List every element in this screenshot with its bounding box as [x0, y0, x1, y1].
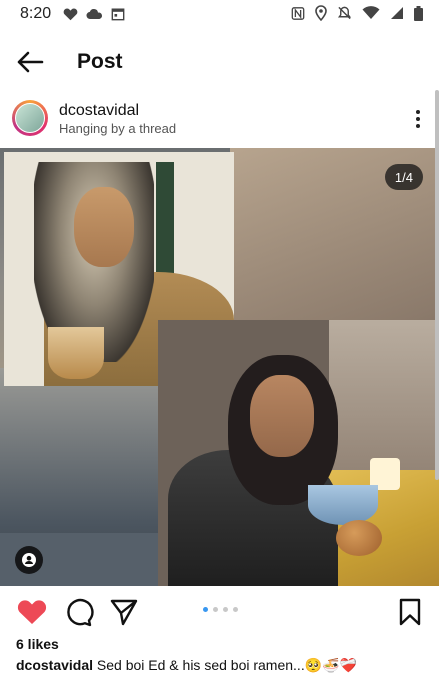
location-icon: [315, 5, 327, 21]
nfc-icon: [291, 6, 305, 20]
post-image[interactable]: 1/4: [0, 148, 439, 586]
carousel-dot: [213, 607, 218, 612]
wifi-icon: [362, 6, 380, 19]
bookmark-icon[interactable]: [394, 596, 426, 628]
avatar[interactable]: [12, 100, 48, 136]
calendar-icon: [111, 8, 125, 21]
battery-icon: [414, 5, 423, 21]
paper-plane-icon[interactable]: [108, 596, 140, 628]
caption-username[interactable]: dcostavidal: [16, 657, 93, 673]
action-bar: [0, 596, 439, 628]
likes-count[interactable]: 6 likes: [16, 636, 59, 652]
carousel-dot: [203, 607, 208, 612]
username[interactable]: dcostavidal: [59, 102, 139, 120]
page-title: Post: [77, 50, 123, 73]
carousel-indicator: [203, 607, 238, 612]
more-vertical-icon[interactable]: [415, 110, 421, 130]
image-counter: 1/4: [384, 164, 423, 190]
status-time: 8:20: [20, 5, 52, 22]
user-tag-icon[interactable]: [15, 546, 43, 574]
signal-icon: [391, 7, 403, 19]
heart-filled-icon[interactable]: [16, 596, 48, 628]
carousel-dot: [223, 607, 228, 612]
app-bar: Post: [0, 40, 439, 84]
post-caption: dcostavidal Sed boi Ed & his sed boi ram…: [16, 657, 357, 674]
caption-text: Sed boi Ed & his sed boi ramen...🥺🍜❤️‍🩹: [96, 657, 358, 673]
heart-notification-icon: [63, 8, 78, 21]
arrow-left-icon[interactable]: [16, 50, 44, 74]
status-bar: 8:20: [0, 0, 439, 28]
carousel-dot: [233, 607, 238, 612]
mute-bell-icon: [337, 6, 352, 20]
post-header: dcostavidal Hanging by a thread: [0, 96, 439, 144]
photo-panel: [158, 320, 439, 586]
post-subtitle[interactable]: Hanging by a thread: [59, 121, 176, 136]
comment-bubble-icon[interactable]: [62, 596, 94, 628]
cloud-icon: [86, 9, 103, 19]
scrollbar[interactable]: [435, 90, 439, 480]
